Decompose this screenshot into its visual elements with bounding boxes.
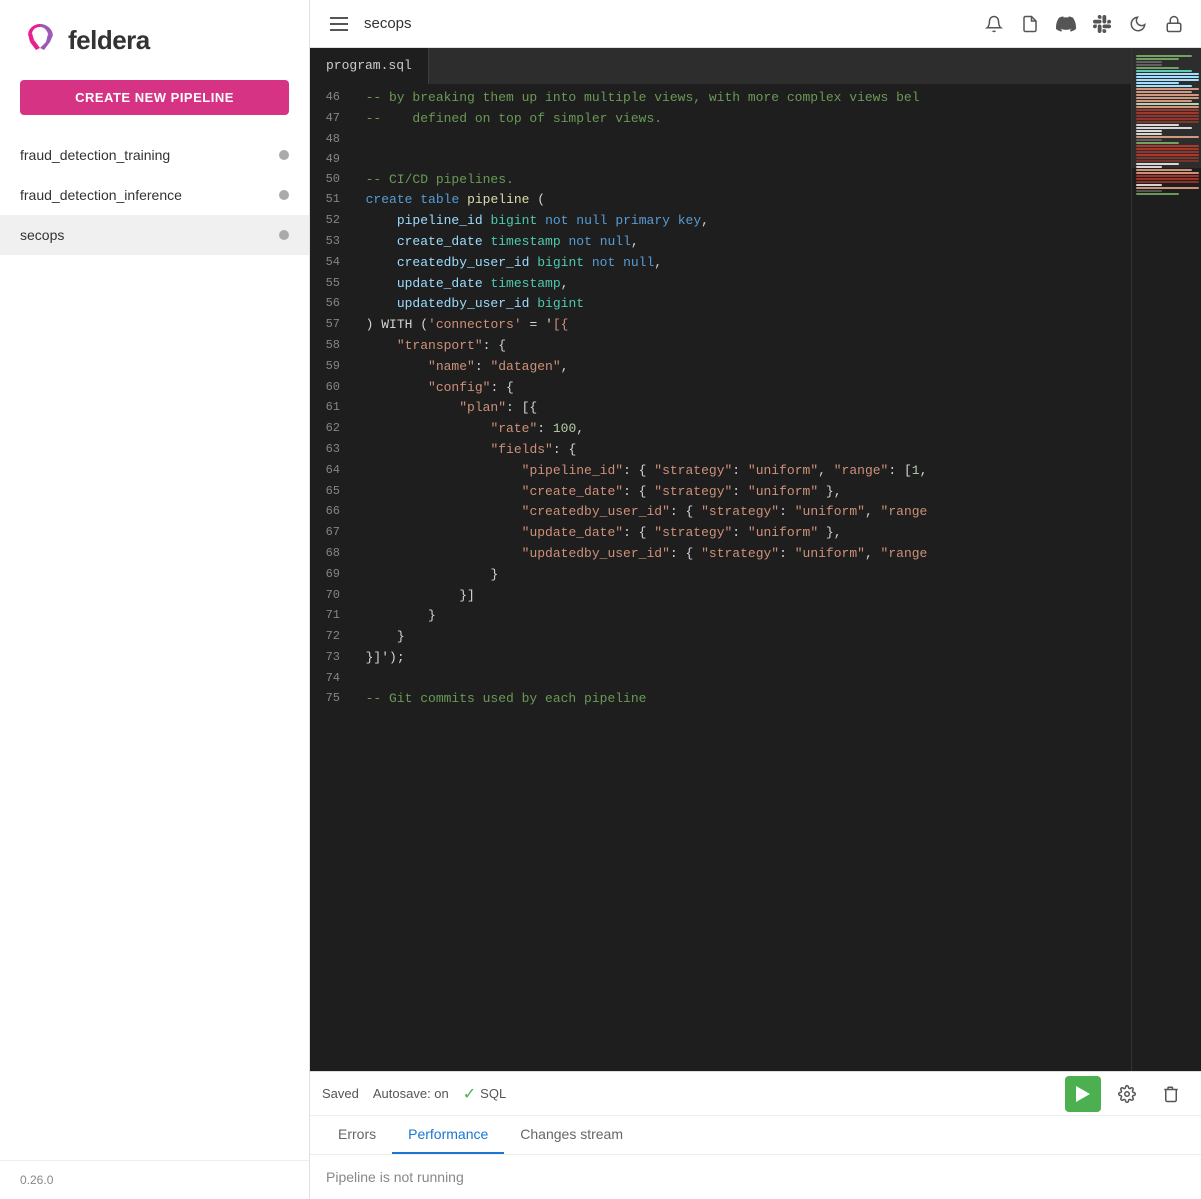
logo-text: feldera [68,25,150,56]
status-dot-2 [279,230,289,240]
pipeline-name-2: secops [20,227,64,243]
code-line-62: 62 "rate": 100, [310,419,1131,440]
code-line-68: 68 "updatedby_user_id": { "strategy": "u… [310,544,1131,565]
logo-area: feldera [0,0,309,70]
sidebar: feldera CREATE NEW PIPELINE fraud_detect… [0,0,310,1199]
code-line-46: 46 -- by breaking them up into multiple … [310,88,1131,109]
autosave-label: Autosave: on [373,1086,449,1101]
tab-changes-stream[interactable]: Changes stream [504,1116,639,1154]
theme-toggle-icon[interactable] [1127,13,1149,35]
lock-icon[interactable] [1163,13,1185,35]
code-line-51: 51 create table pipeline ( [310,190,1131,211]
code-lines[interactable]: 46 -- by breaking them up into multiple … [310,84,1131,1071]
code-line-57: 57 ) WITH ('connectors' = '[{ [310,315,1131,336]
code-line-66: 66 "createdby_user_id": { "strategy": "u… [310,502,1131,523]
discord-icon[interactable] [1055,13,1077,35]
code-line-63: 63 "fields": { [310,440,1131,461]
code-line-54: 54 createdby_user_id bigint not null, [310,253,1131,274]
pipeline-name-0: fraud_detection_training [20,147,170,163]
create-pipeline-button[interactable]: CREATE NEW PIPELINE [20,80,289,115]
code-line-60: 60 "config": { [310,378,1131,399]
status-dot-1 [279,190,289,200]
code-line-58: 58 "transport": { [310,336,1131,357]
code-line-50: 50 -- CI/CD pipelines. [310,170,1131,191]
bell-icon[interactable] [983,13,1005,35]
settings-button[interactable] [1109,1076,1145,1112]
topbar-title: secops [364,15,412,32]
minimap [1131,48,1201,1071]
topbar-right [983,13,1185,35]
version-label: 0.26.0 [0,1160,309,1199]
editor-container: program.sql 46 -- by breaking them up in… [310,48,1201,1071]
sidebar-item-pipeline-0[interactable]: fraud_detection_training [0,135,309,175]
bottom-content: Pipeline is not running [310,1155,1201,1199]
pipeline-name-1: fraud_detection_inference [20,187,182,203]
document-icon[interactable] [1019,13,1041,35]
bottom-panel: Saved Autosave: on ✓ SQL [310,1071,1201,1199]
tab-performance[interactable]: Performance [392,1116,504,1154]
main-content: secops [310,0,1201,1199]
code-line-69: 69 } [310,565,1131,586]
status-dot-0 [279,150,289,160]
sql-label: SQL [480,1086,506,1101]
code-line-53: 53 create_date timestamp not null, [310,232,1131,253]
code-line-61: 61 "plan": [{ [310,398,1131,419]
code-line-74: 74 [310,669,1131,689]
pipeline-list: fraud_detection_training fraud_detection… [0,135,309,1160]
code-line-73: 73 }]'); [310,648,1131,669]
code-line-67: 67 "update_date": { "strategy": "uniform… [310,523,1131,544]
code-line-64: 64 "pipeline_id": { "strategy": "uniform… [310,461,1131,482]
bottom-tabs: Errors Performance Changes stream [310,1116,1201,1155]
sidebar-item-pipeline-1[interactable]: fraud_detection_inference [0,175,309,215]
file-tab-label: program.sql [326,56,412,77]
pipeline-status-message: Pipeline is not running [326,1169,464,1185]
minimap-inner [1132,48,1201,1071]
code-line-59: 59 "name": "datagen", [310,357,1131,378]
code-line-75: 75 -- Git commits used by each pipeline [310,689,1131,710]
bottom-toolbar: Saved Autosave: on ✓ SQL [310,1072,1201,1116]
code-editor[interactable]: program.sql 46 -- by breaking them up in… [310,48,1131,1071]
sidebar-item-pipeline-2[interactable]: secops [0,215,309,255]
bottom-toolbar-right [1065,1076,1189,1112]
delete-button[interactable] [1153,1076,1189,1112]
tab-errors[interactable]: Errors [322,1116,392,1154]
code-line-65: 65 "create_date": { "strategy": "uniform… [310,482,1131,503]
code-line-48: 48 [310,130,1131,150]
sql-badge: ✓ SQL [463,1084,506,1104]
code-line-49: 49 [310,150,1131,170]
topbar: secops [310,0,1201,48]
bottom-toolbar-left: Saved Autosave: on ✓ SQL [322,1084,506,1104]
code-line-72: 72 } [310,627,1131,648]
minimap-highlight [1132,48,1201,168]
code-line-47: 47 -- defined on top of simpler views. [310,109,1131,130]
file-tab-program-sql[interactable]: program.sql [310,48,429,84]
run-pipeline-button[interactable] [1065,1076,1101,1112]
topbar-left: secops [326,13,412,35]
feldera-logo-icon [20,20,60,60]
code-line-70: 70 }] [310,586,1131,607]
slack-icon[interactable] [1091,13,1113,35]
code-line-55: 55 update_date timestamp, [310,274,1131,295]
code-line-52: 52 pipeline_id bigint not null primary k… [310,211,1131,232]
hamburger-menu-icon[interactable] [326,13,352,35]
file-tabs: program.sql [310,48,1131,84]
check-icon: ✓ [463,1084,476,1104]
code-line-71: 71 } [310,606,1131,627]
saved-label: Saved [322,1086,359,1101]
code-line-56: 56 updatedby_user_id bigint [310,294,1131,315]
